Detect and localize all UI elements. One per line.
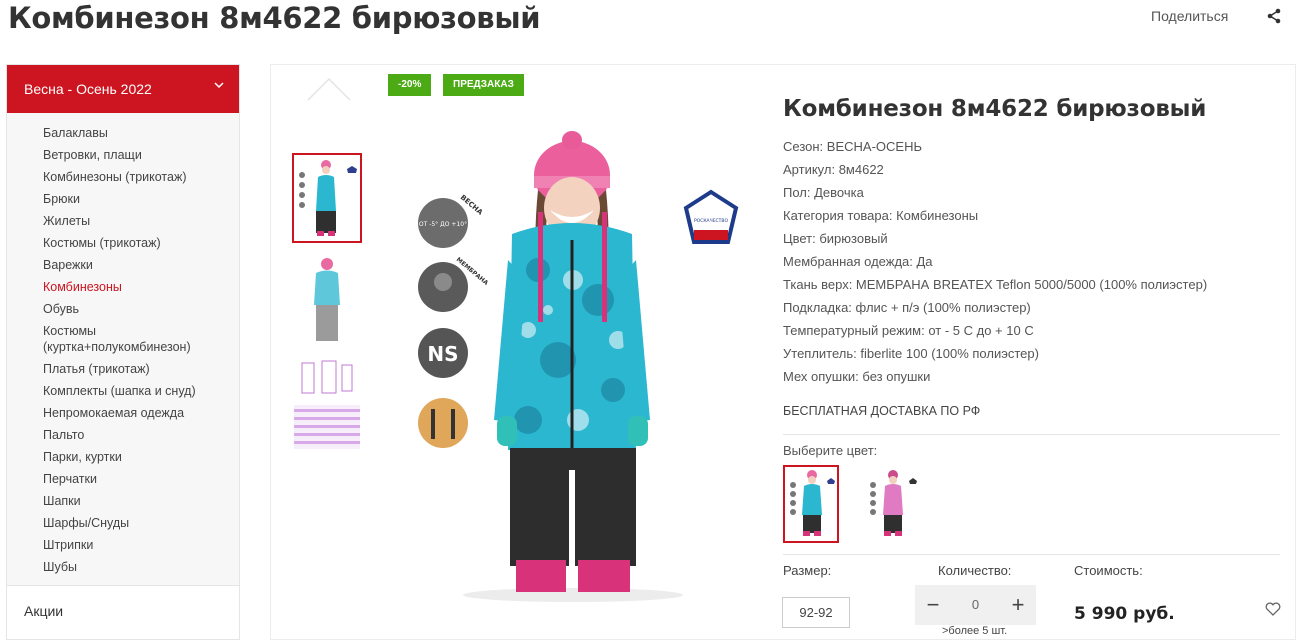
product-property: Подкладка: флис + п/э (100% полиэстер) — [783, 300, 1031, 315]
sidebar-section-header[interactable]: Весна - Осень 2022 — [7, 65, 239, 113]
page-title: Комбинезон 8м4622 бирюзовый — [8, 1, 541, 35]
product-main-image[interactable]: ОТ -5° ДО +10° ВЕСНА МЕМБРАНА NS РОСКАЧЕ… — [398, 120, 753, 605]
free-delivery-note: БЕСПЛАТНАЯ ДОСТАВКА ПО РФ — [783, 404, 981, 418]
product-property: Сезон: ВЕСНА-ОСЕНЬ — [783, 139, 922, 154]
product-property: Пол: Девочка — [783, 185, 864, 200]
quantity-stepper: − 0 + — [915, 585, 1036, 625]
sidebar-item[interactable]: Комплекты (шапка и снуд) — [43, 383, 233, 399]
share-link[interactable]: Поделиться — [1151, 8, 1228, 24]
category-sidebar: Весна - Осень 2022 Балаклавы Ветровки, пл… — [6, 64, 240, 640]
sidebar-item-label: Акции — [24, 603, 64, 619]
quantity-label: Количество: — [938, 563, 1012, 578]
sidebar-item[interactable]: Пальто — [43, 427, 233, 443]
product-property: Категория товара: Комбинезоны — [783, 208, 979, 223]
discount-badge: -20% — [388, 74, 432, 96]
sidebar-item[interactable]: Непромокаемая одежда — [43, 405, 233, 421]
product-property: Артикул: 8м4622 — [783, 162, 884, 177]
divider — [783, 434, 1280, 435]
svg-text:ОТ -5° ДО +10°: ОТ -5° ДО +10° — [419, 221, 467, 228]
product-property: Ткань верх: МЕМБРАНА BREATEX Teflon 5000… — [783, 277, 1208, 292]
sidebar-item[interactable]: Костюмы (трикотаж) — [43, 235, 233, 251]
product-price: 5 990 руб. — [1074, 604, 1175, 624]
sidebar-item[interactable]: Брюки — [43, 191, 233, 207]
product-property: Мембранная одежда: Да — [783, 254, 933, 269]
sidebar-item[interactable]: Обувь — [43, 301, 233, 317]
quantity-input[interactable]: 0 — [951, 585, 1000, 625]
size-label: Размер: — [783, 563, 832, 578]
reflective-icon: NS — [418, 328, 468, 378]
chevron-up-icon[interactable] — [306, 76, 352, 102]
quantity-decrease-button[interactable]: − — [915, 585, 951, 625]
sidebar-item[interactable]: Жилеты — [43, 213, 233, 229]
color-swatch-pink[interactable] — [863, 465, 919, 543]
size-select[interactable]: 92-92 — [782, 597, 850, 628]
sidebar-item[interactable]: Балаклавы — [43, 125, 233, 141]
sidebar-list: Балаклавы Ветровки, плащи Комбинезоны (три… — [7, 113, 239, 585]
product-thumbnail[interactable] — [292, 255, 362, 345]
product-title: Комбинезон 8м4622 бирюзовый — [783, 96, 1207, 122]
sidebar-item-promotions[interactable]: Акции — [7, 585, 239, 639]
sidebar-header-label: Весна - Осень 2022 — [24, 81, 152, 97]
product-property: Мех опушки: без опушки — [783, 369, 931, 384]
stock-status: >более 5 шт. — [942, 625, 1008, 637]
sidebar-item[interactable]: Перчатки — [43, 471, 233, 487]
sidebar-item[interactable]: Шапки — [43, 493, 233, 509]
choose-color-label: Выберите цвет: — [783, 443, 878, 458]
sidebar-item[interactable]: Парки, куртки — [43, 449, 233, 465]
sidebar-item[interactable]: Варежки — [43, 257, 233, 273]
product-property: Цвет: бирюзовый — [783, 231, 888, 246]
sidebar-item[interactable]: Комбинезоны — [43, 279, 233, 295]
sidebar-item[interactable]: Комбинезоны (трикотаж) — [43, 169, 233, 185]
svg-text:РОСКАЧЕСТВО: РОСКАЧЕСТВО — [694, 218, 729, 224]
sidebar-item[interactable]: Шарфы/Снуды — [43, 515, 233, 531]
sidebar-item[interactable]: Платья (трикотаж) — [43, 361, 233, 377]
product-property: Утеплитель: fiberlite 100 (100% полиэсте… — [783, 346, 1039, 361]
share-icon[interactable] — [1265, 7, 1283, 25]
product-thumbnail[interactable] — [292, 153, 362, 243]
sidebar-item[interactable]: Ветровки, плащи — [43, 147, 233, 163]
chevron-down-icon — [214, 82, 224, 89]
color-swatch-turquoise[interactable] — [783, 465, 839, 543]
heart-icon[interactable] — [1265, 602, 1281, 616]
price-label: Стоимость: — [1074, 563, 1143, 578]
svg-text:NS: NS — [427, 342, 458, 366]
braces-icon — [418, 398, 468, 448]
quantity-increase-button[interactable]: + — [1000, 585, 1036, 625]
preorder-badge: ПРЕДЗАКАЗ — [443, 74, 524, 96]
sidebar-item[interactable]: Штрипки — [43, 537, 233, 553]
product-thumbnail[interactable] — [292, 357, 362, 452]
sidebar-item[interactable]: Шубы — [43, 559, 233, 575]
divider — [783, 554, 1280, 555]
product-property: Температурный режим: от - 5 С до + 10 С — [783, 323, 1034, 338]
sidebar-item[interactable]: Костюмы (куртка+полукомбинезон) — [43, 323, 233, 355]
